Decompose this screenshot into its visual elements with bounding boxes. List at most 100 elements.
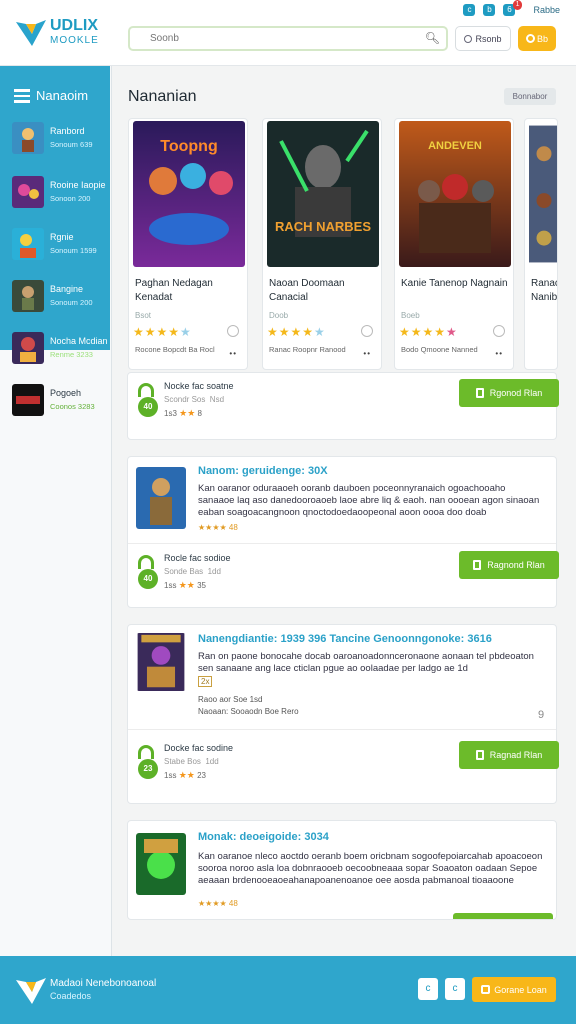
game-card[interactable]: RACH NARBES Naoan Doomaan Canacial Doob … xyxy=(262,118,382,370)
search-input[interactable] xyxy=(130,28,400,49)
rating-suffix: 35 xyxy=(197,581,206,590)
favorite-icon[interactable] xyxy=(227,325,239,337)
star-half-icon: ★ xyxy=(180,325,192,339)
account-link[interactable]: Rabbe xyxy=(533,5,560,15)
download-button-label: Ragnond Rlan xyxy=(487,560,545,570)
download-count: 40 xyxy=(138,397,158,417)
game-title: Paghan Nedagan Kenadat xyxy=(135,278,213,303)
favorite-icon[interactable] xyxy=(361,325,373,337)
game-title: Ranac Nanib xyxy=(531,278,558,303)
sidebar-item-sub: Sonoum 200 xyxy=(50,298,93,307)
game-sub: Boeb xyxy=(401,311,420,320)
notification-badge: 1 xyxy=(512,0,523,10)
header: UDLIX MOOKLE c b 61 Rabbe 🔍︎ Rsonb Bb xyxy=(0,0,576,66)
rating-suffix: 23 xyxy=(197,771,206,780)
download-row: 23 Docke fac sodine Stabe Bos 1dd 1ss ★★… xyxy=(134,741,559,791)
cart-glyph: 6 xyxy=(507,5,512,14)
download-button[interactable]: Rgonod Rlan xyxy=(459,379,559,407)
sidebar-item[interactable]: Rgnie Sonoum 1599 xyxy=(12,228,108,264)
game-meta: Rocone Bopcdt Ba Rocl xyxy=(135,345,215,354)
game-cover-image: ANDEVEN xyxy=(399,121,511,267)
footer-line1: Madaoi Nenebonoanoal xyxy=(50,978,157,989)
download-button-label: Rgonod Rlan xyxy=(489,388,543,398)
review-body: Kan oaranoe nleco aoctdo oeranb boem ori… xyxy=(198,851,543,886)
download-icon: 23 xyxy=(138,745,158,779)
download-row: 40 Nocke fac soatne Scondr Sos Nsd 1s3 ★… xyxy=(134,379,559,429)
footer-cta-button[interactable]: Gorane Loan xyxy=(472,977,556,1002)
download-button-icon xyxy=(475,750,484,760)
view-all-button[interactable]: Bonnabor xyxy=(504,88,556,105)
user-icon xyxy=(464,34,473,43)
game-card[interactable]: ANDEVEN Kanie Tanenop Nagnain Boeb ★★★★★… xyxy=(394,118,514,370)
rating-prefix: 1s3 xyxy=(164,409,177,418)
sign-in-button[interactable]: Rsonb xyxy=(455,26,511,51)
footer-text: Madaoi Nenebonoanoal Coadedos xyxy=(50,978,156,1002)
logo-icon[interactable] xyxy=(14,16,48,50)
footer-cta-label: Gorane Loan xyxy=(494,984,547,995)
rating-prefix: 1ss xyxy=(164,581,177,590)
game-title: Naoan Doomaan Canacial xyxy=(269,278,345,303)
favorite-icon[interactable] xyxy=(493,325,505,337)
review-rating-value: ★★★★ 48 xyxy=(198,523,238,532)
game-cover-title: RACH NARBES xyxy=(275,219,371,234)
social-icon[interactable]: c xyxy=(418,978,438,1000)
review-panel: Nanom: geruidenge: 30X Kan oaranor odura… xyxy=(127,456,559,608)
game-card[interactable]: Ranac Nanib xyxy=(524,118,558,370)
sidebar-item[interactable]: Ranbord Sonoum 639 xyxy=(12,122,108,158)
sidebar-item[interactable]: Rooine Iaopie Sonoon 200 xyxy=(12,176,108,212)
game-thumbnail-icon xyxy=(12,332,44,364)
divider xyxy=(128,729,556,730)
review-thumbnail xyxy=(136,833,186,895)
sidebar-item-sub: Sonoum 1599 xyxy=(50,246,97,255)
sidebar-item[interactable]: Pogoeh Coonos 3283 xyxy=(12,384,108,420)
review-panel: Monak: deoeigoide: 3034 Kan oaranoe nlec… xyxy=(127,820,557,920)
game-meta: Bodo Qmoone Nanned xyxy=(401,345,478,354)
social-icon[interactable]: c xyxy=(445,978,465,1000)
gift-icon xyxy=(525,34,535,43)
review-rating: ★★★★ 48 xyxy=(198,523,238,532)
review-corner-mark: 9 xyxy=(538,709,545,721)
review-panel: Nanengdiantie: 1939 396 Tancine Genoonng… xyxy=(127,624,559,804)
star-icon: ★★ xyxy=(179,408,196,418)
divider xyxy=(128,543,556,544)
sidebar-item-sub: Coonos 3283 xyxy=(50,402,95,411)
more-icon[interactable]: •• xyxy=(495,349,503,358)
footer-line2: Coadedos xyxy=(50,991,92,1001)
chat-icon[interactable]: c xyxy=(463,4,476,16)
menu-icon xyxy=(14,88,30,103)
sign-in-label: Rsonb xyxy=(475,33,502,44)
logo-title: UDLIX xyxy=(50,17,98,34)
download-button[interactable]: Ragnad Rlan xyxy=(459,741,559,769)
download-button[interactable]: Ragnond Rlan xyxy=(459,551,559,579)
stars-filled: ★★★★ xyxy=(399,325,447,339)
stars-filled: ★★★★ xyxy=(267,325,315,339)
download-button-partial[interactable] xyxy=(453,913,553,919)
sidebar-item[interactable]: Bangine Sonoum 200 xyxy=(12,280,108,316)
top-bar: c b 61 Rabbe xyxy=(463,0,560,17)
footer: Madaoi Nenebonoanoal Coadedos c c Gorane… xyxy=(0,956,576,1024)
star-rating: ★★★★★ xyxy=(133,325,192,339)
download-sub: Stabe Bos 1dd xyxy=(164,757,219,766)
sidebar-title[interactable]: Nanaoim xyxy=(14,88,88,103)
search-icon[interactable]: 🔍︎ xyxy=(425,31,440,45)
more-icon[interactable]: •• xyxy=(229,349,237,358)
star-icon: ★★ xyxy=(178,770,195,780)
review-title: Monak: deoeigoide: 3034 xyxy=(198,831,329,843)
cart-icon[interactable]: 61 xyxy=(503,0,523,16)
register-button[interactable]: Bb xyxy=(518,26,556,51)
sidebar-item-name: Pogoeh xyxy=(50,388,82,398)
sidebar-item[interactable]: Nocha Mcdian Renme 3233 xyxy=(12,332,108,368)
more-icon[interactable]: •• xyxy=(363,349,371,358)
game-title: Kanie Tanenop Nagnain xyxy=(401,278,508,289)
game-cover-title: Toopng xyxy=(160,138,217,155)
sidebar-item-sub: Sonoon 200 xyxy=(50,194,91,203)
download-button-label: Ragnad Rlan xyxy=(489,750,543,760)
game-card[interactable]: Toopng Paghan Nedagan Kenadat Bsot ★★★★★… xyxy=(128,118,248,370)
bell-icon[interactable]: b xyxy=(483,4,496,16)
review-title: Nanom: geruidenge: 30X xyxy=(198,465,328,477)
star-half-icon: ★ xyxy=(314,325,326,339)
rating-suffix: 8 xyxy=(197,409,202,418)
sidebar-title-label: Nanaoim xyxy=(36,88,89,103)
sidebar-item-name: Nocha Mcdian xyxy=(50,336,108,346)
game-sub: Doob xyxy=(269,311,289,320)
